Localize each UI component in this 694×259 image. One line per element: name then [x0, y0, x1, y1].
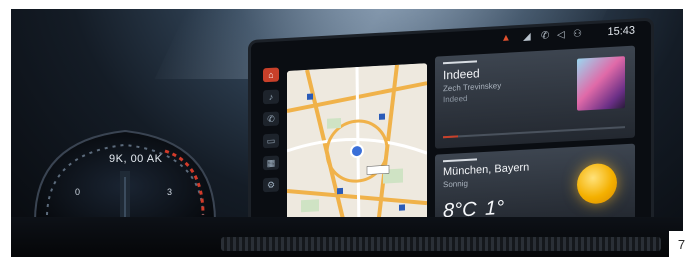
media-album: Indeed [443, 93, 468, 105]
air-vent [221, 237, 661, 251]
page-number: 7 [669, 231, 694, 259]
media-progress-bar[interactable] [443, 126, 625, 139]
dashboard-trim [11, 217, 683, 257]
media-widget[interactable]: Indeed Zech Trevinskey Indeed [435, 45, 635, 149]
svg-text:0: 0 [75, 187, 80, 197]
side-navigation: ⌂ ♪ ✆ ▭ ▦ ⚙ [263, 67, 281, 218]
clock: 15:43 [607, 24, 635, 39]
nav-apps-button[interactable]: ▦ [263, 155, 279, 171]
signal-icon: ◢ [523, 31, 531, 43]
nav-phone-button[interactable]: ✆ [263, 111, 279, 127]
map-canvas [287, 63, 427, 239]
sun-icon [577, 162, 617, 205]
nav-settings-button[interactable]: ⚙ [263, 177, 279, 193]
media-artist: Zech Trevinskey [443, 81, 502, 94]
media-title: Indeed [443, 66, 480, 83]
weather-location: München, Bayern [443, 161, 530, 179]
volume-icon: ◁ [557, 29, 565, 41]
nav-media-button[interactable]: ♪ [263, 89, 279, 105]
nav-home-button[interactable]: ⌂ [263, 67, 279, 83]
user-icon: ⚇ [573, 28, 582, 40]
svg-text:3: 3 [167, 187, 172, 197]
card-accent-bar [443, 158, 477, 163]
album-art-image [577, 56, 625, 111]
phone-icon: ✆ [541, 30, 550, 42]
nav-car-button[interactable]: ▭ [263, 133, 279, 149]
weather-condition: Sonnig [443, 178, 468, 190]
cluster-readout: 9K, 00 AK [109, 153, 163, 165]
warning-icon: ▲ [501, 32, 511, 45]
card-accent-bar [443, 60, 477, 65]
navigation-map[interactable] [287, 63, 427, 239]
car-cockpit-photo: 0 3 9K, 00 AK ▲ ◢ ✆ ◁ ⚇ 15:43 ⌂ ♪ ✆ ▭ ▦ … [11, 9, 683, 257]
media-progress-fill [443, 135, 458, 139]
